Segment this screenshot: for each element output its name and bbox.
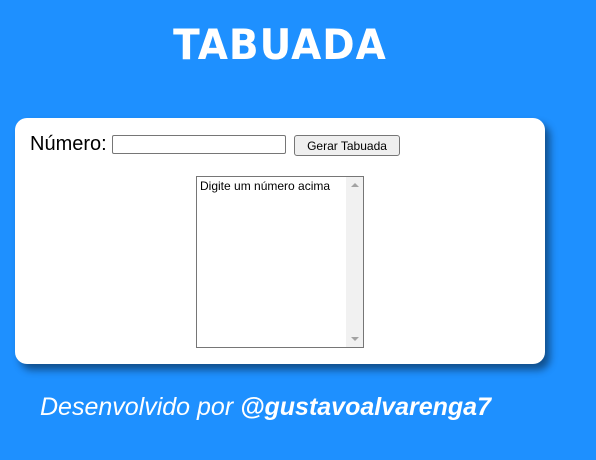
number-input[interactable] — [112, 135, 286, 154]
result-list[interactable]: Digite um número acima — [196, 176, 364, 348]
scroll-down-arrow-icon[interactable] — [351, 337, 359, 341]
number-label: Número: — [30, 133, 107, 155]
page-title: TABUADA — [173, 21, 387, 70]
scroll-up-arrow-icon[interactable] — [351, 183, 359, 187]
generate-table-button[interactable]: Gerar Tabuada — [294, 135, 400, 156]
footer-credit: Desenvolvido por @gustavoalvarenga7 — [40, 391, 491, 423]
author-handle: @gustavoalvarenga7 — [240, 393, 491, 421]
result-scrollbar[interactable] — [346, 177, 363, 347]
footer-prefix: Desenvolvido por — [40, 393, 241, 421]
result-option[interactable]: Digite um número acima — [200, 179, 346, 194]
tabuada-card: Número: Gerar Tabuada Digite um número a… — [15, 118, 545, 364]
